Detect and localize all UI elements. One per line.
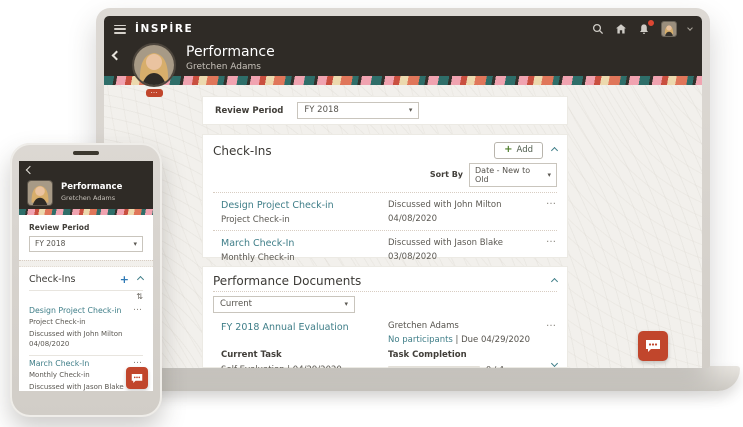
chat-assistant-button[interactable] xyxy=(638,331,668,361)
performance-documents-title: Performance Documents xyxy=(213,274,361,288)
row-actions-icon[interactable]: … xyxy=(133,356,143,366)
phone-speaker xyxy=(73,151,99,155)
checkin-discussed-with: Discussed with Jason Blake xyxy=(388,238,503,248)
chat-assistant-button[interactable] xyxy=(126,367,148,389)
mobile-page-content: Review Period FY 2018 ▾ Check-Ins + ⇅ De… xyxy=(19,215,153,391)
separator: | xyxy=(456,335,459,345)
review-period-card: Review Period FY 2018 ▾ xyxy=(202,96,568,125)
page-title: Performance xyxy=(61,182,122,192)
mobile-page-header: Performance Gretchen Adams xyxy=(19,161,153,215)
collapse-checkins-icon[interactable] xyxy=(551,147,558,154)
task-completion-label: Task Completion xyxy=(388,350,504,360)
section-gap xyxy=(19,260,153,267)
checkin-type: Project Check-in xyxy=(29,318,143,326)
sort-by-label: Sort By xyxy=(430,170,463,179)
checkin-date: 03/08/2020 xyxy=(388,252,503,262)
task-completion-count: 0 / 4 xyxy=(486,365,504,369)
mockup-stage: İNSPİRE xyxy=(0,0,743,427)
document-due-date: Due 04/29/2020 xyxy=(461,335,530,345)
desktop-screen: İNSPİRE xyxy=(104,16,702,368)
add-checkin-button[interactable]: + Add xyxy=(494,142,543,159)
back-icon[interactable] xyxy=(112,51,122,61)
review-period-select[interactable]: FY 2018 ▾ xyxy=(29,236,143,252)
decorative-banner xyxy=(104,76,702,85)
documents-filter-select[interactable]: Current ▾ xyxy=(213,296,355,313)
back-icon[interactable] xyxy=(26,166,34,174)
row-actions-icon[interactable]: … xyxy=(546,196,557,207)
notifications-bell-icon[interactable] xyxy=(638,23,650,35)
review-period-label: Review Period xyxy=(19,215,153,232)
collapse-documents-icon[interactable] xyxy=(551,277,558,284)
row-actions-icon[interactable]: … xyxy=(546,234,557,245)
performance-documents-card: Performance Documents Current ▾ FY 2018 … xyxy=(202,266,568,368)
page-content: Review Period FY 2018 ▾ Check-Ins + Add xyxy=(104,85,702,368)
top-app-bar: İNSPİRE xyxy=(104,16,702,42)
checkin-discussed-with: Discussed with John Milton xyxy=(388,200,501,210)
sort-icon[interactable]: ⇅ xyxy=(19,291,153,303)
document-assignee: Gretchen Adams xyxy=(388,321,530,331)
checkin-list-item: Design Project Check-in … Project Check-… xyxy=(19,303,153,353)
home-icon[interactable] xyxy=(615,23,627,35)
menu-icon[interactable] xyxy=(114,25,126,34)
collapse-checkins-icon[interactable] xyxy=(137,275,144,282)
employee-avatar xyxy=(27,180,53,206)
dropdown-caret-icon: ▾ xyxy=(344,300,348,308)
review-period-select[interactable]: FY 2018 ▾ xyxy=(297,102,419,119)
chevron-down-icon[interactable] xyxy=(687,25,693,31)
checkin-row: Design Project Check-in Project Check-in… xyxy=(203,193,567,230)
page-title: Performance xyxy=(186,44,275,60)
sort-select[interactable]: Date - New to Old ▾ xyxy=(469,163,557,187)
document-task-row: Current Task Self Evaluation | 04/29/202… xyxy=(203,345,567,369)
checkins-title: Check-Ins xyxy=(213,144,272,158)
page-subtitle: Gretchen Adams xyxy=(186,62,275,72)
user-avatar[interactable] xyxy=(661,21,677,37)
page-header: … Performance Gretchen Adams xyxy=(104,42,702,76)
task-progress-bar xyxy=(388,366,480,369)
checkin-discussed-with: Discussed with John Milton xyxy=(29,330,143,338)
document-row: FY 2018 Annual Evaluation Gretchen Adams… xyxy=(203,315,567,345)
checkin-date: 04/08/2020 xyxy=(29,340,143,348)
app-logo: İNSPİRE xyxy=(135,23,193,35)
checkins-card: Check-Ins + Add Sort By Date - New to Ol… xyxy=(202,134,568,258)
mobile-screen: Performance Gretchen Adams Review Period… xyxy=(19,161,153,391)
row-actions-icon[interactable]: … xyxy=(133,303,143,313)
checkin-row: March Check-In Monthly Check-in Discusse… xyxy=(203,231,567,268)
participants-link[interactable]: No participants xyxy=(388,335,453,345)
divider xyxy=(213,291,557,292)
laptop-frame: İNSPİRE xyxy=(96,8,710,368)
dropdown-caret-icon: ▾ xyxy=(409,106,413,114)
avatar-typing-badge: … xyxy=(146,89,163,97)
page-subtitle: Gretchen Adams xyxy=(61,194,122,202)
row-actions-icon[interactable]: … xyxy=(546,318,557,329)
phone-frame: Performance Gretchen Adams Review Period… xyxy=(10,143,162,417)
laptop-base xyxy=(128,366,740,391)
checkin-link[interactable]: March Check-In xyxy=(29,359,143,368)
add-checkin-icon[interactable]: + xyxy=(120,275,129,284)
checkin-date: 04/08/2020 xyxy=(388,214,501,224)
search-icon[interactable] xyxy=(592,23,604,35)
dropdown-caret-icon: ▾ xyxy=(133,240,137,248)
notification-badge xyxy=(647,19,655,27)
checkin-link[interactable]: Design Project Check-in xyxy=(29,306,143,315)
plus-icon: + xyxy=(504,146,512,154)
employee-avatar xyxy=(132,43,176,87)
review-period-label: Review Period xyxy=(215,106,283,116)
dropdown-caret-icon: ▾ xyxy=(547,171,551,179)
checkins-title: Check-Ins xyxy=(29,274,75,285)
